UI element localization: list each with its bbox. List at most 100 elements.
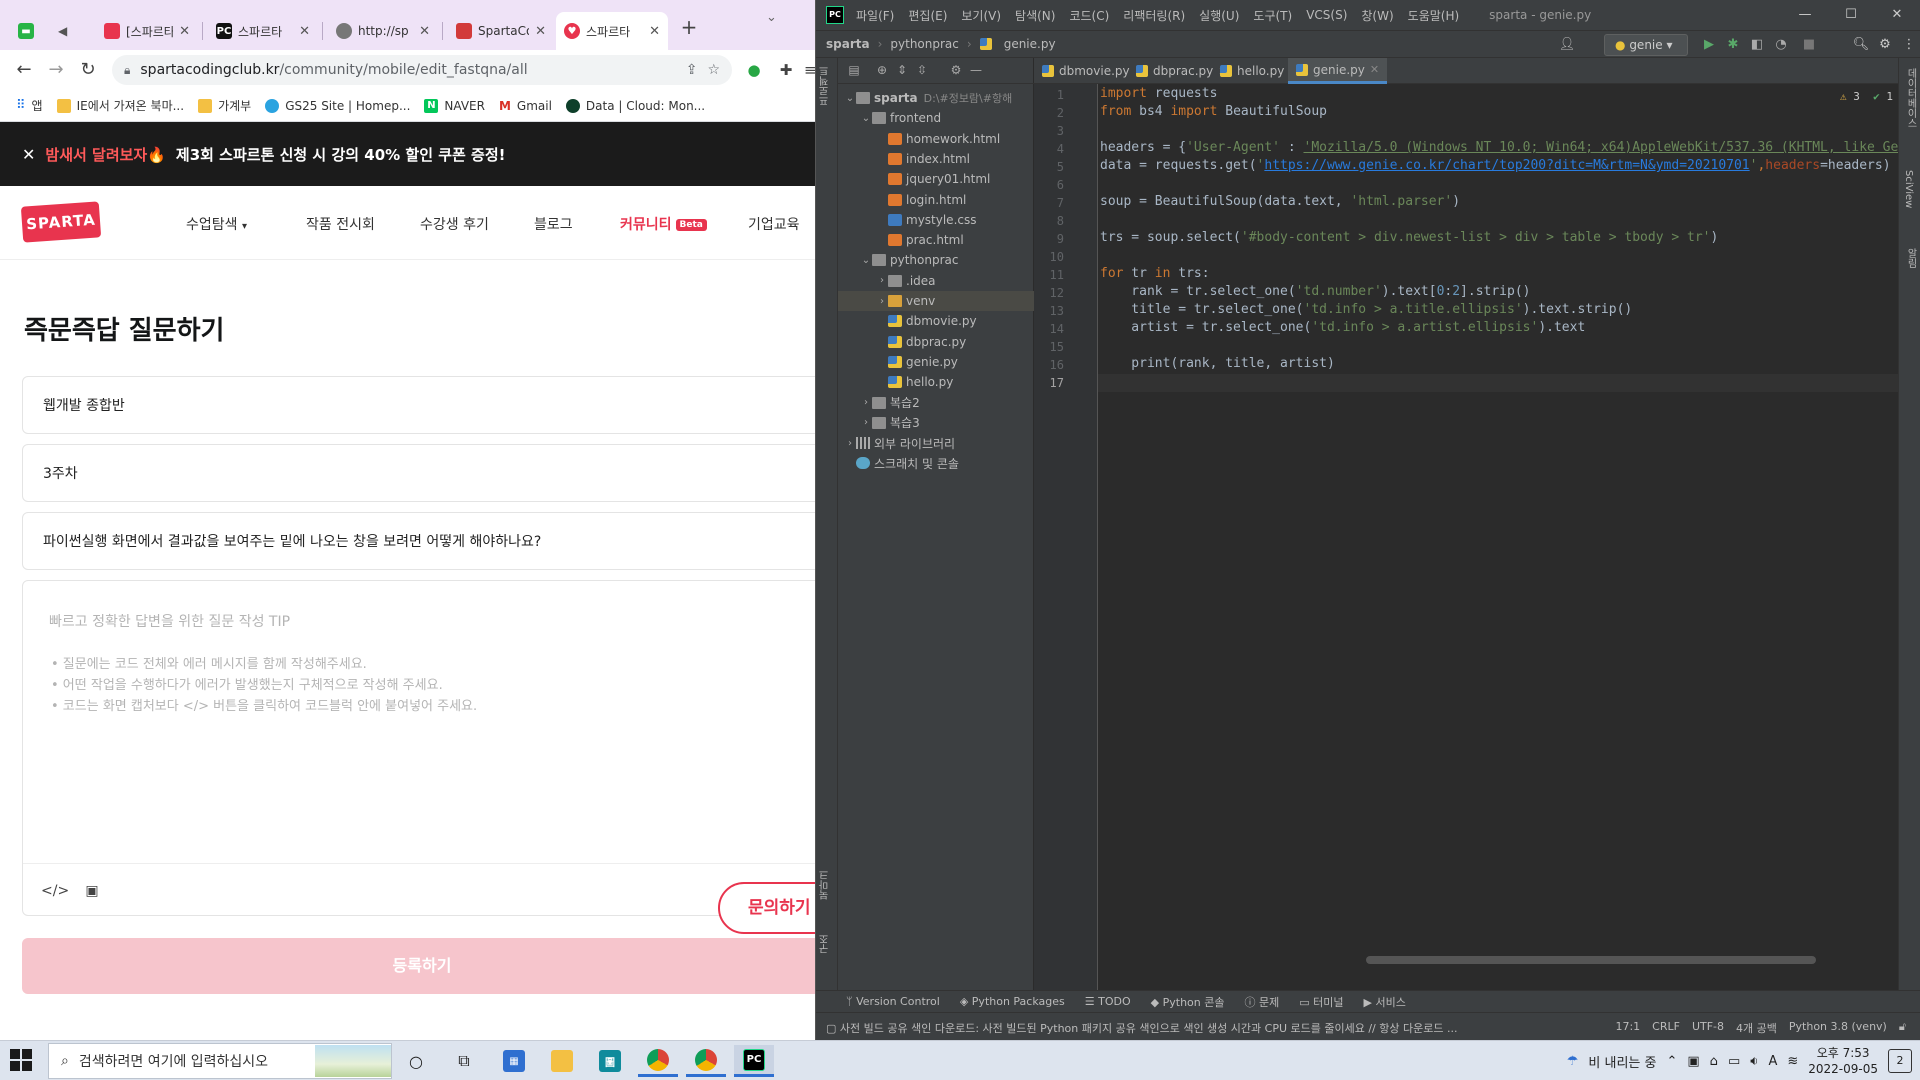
windows-start-icon[interactable] <box>10 1049 34 1073</box>
coverage-icon[interactable]: ◧ <box>1748 36 1766 54</box>
tab-sparta-1[interactable]: [스파르타 ✕ <box>96 12 198 50</box>
bookmark-apps[interactable]: ⠿ 앱 <box>16 97 43 114</box>
menu-view[interactable]: 보기(V) <box>961 7 1001 24</box>
course-select[interactable]: 웹개발 종합반 <box>22 376 815 434</box>
ime-indicator[interactable]: A <box>1768 1054 1777 1069</box>
forward-icon[interactable]: → <box>44 58 68 82</box>
hide-panel-icon[interactable]: — <box>968 62 984 78</box>
nav-course-explore[interactable]: 수업탐색 ▾ <box>186 214 247 234</box>
line-separator[interactable]: CRLF <box>1652 1020 1680 1036</box>
tab-search-icon[interactable]: ⌄ <box>766 10 777 25</box>
bookmark-budget[interactable]: 가계부 <box>198 97 251 114</box>
bookmarks-tool-tab[interactable]: 북마크 <box>818 870 833 900</box>
notifications-icon[interactable]: 2 <box>1888 1049 1912 1073</box>
promo-banner[interactable]: ✕ 밤새서 달려보자🔥 제3회 스파르톤 신청 시 강의 40% 할인 쿠폰 증… <box>0 122 815 186</box>
tree-item[interactable]: dbmovie.py <box>838 311 1034 331</box>
tree-item[interactable]: homework.html <box>838 129 1034 149</box>
store-app[interactable]: ▦ <box>494 1045 534 1077</box>
tree-item[interactable]: › 복습3 <box>838 413 1034 433</box>
tray-expand-icon[interactable]: ⌃ <box>1666 1054 1677 1069</box>
menu-code[interactable]: 코드(C) <box>1069 7 1109 24</box>
tree-item[interactable]: ⌄ pythonprac <box>838 250 1034 270</box>
search-everywhere-icon[interactable]: 🔍︎ <box>1852 36 1870 54</box>
editor-tab-genie[interactable]: genie.py ✕ <box>1288 58 1388 84</box>
interpreter[interactable]: Python 3.8 (venv) <box>1789 1020 1887 1036</box>
tree-item[interactable]: dbprac.py <box>838 332 1034 352</box>
taskbar-search[interactable]: ⌕ 검색하려면 여기에 입력하십시오 <box>48 1043 392 1079</box>
tool-python-console[interactable]: ◆ Python 콘솔 <box>1151 994 1225 1010</box>
clock[interactable]: 오후 7:53 2022-09-05 <box>1808 1045 1878 1077</box>
tool-python-packages[interactable]: ◈ Python Packages <box>960 995 1065 1008</box>
question-title-input[interactable]: 파이썬실행 화면에서 결과값을 보여주는 밑에 나오는 창을 보려면 어떻게 해… <box>22 512 815 570</box>
tree-item[interactable]: index.html <box>838 149 1034 169</box>
chevron-right-icon[interactable]: › <box>860 417 872 428</box>
tree-item[interactable]: jquery01.html <box>838 169 1034 189</box>
profile-icon[interactable]: ◔ <box>1772 36 1790 54</box>
close-tab-icon[interactable]: ✕ <box>1370 63 1379 76</box>
nav-gallery[interactable]: 작품 전시회 <box>306 214 375 234</box>
chevron-right-icon[interactable]: › <box>844 438 856 449</box>
run-config-select[interactable]: ● genie ▾ <box>1604 34 1688 56</box>
status-message[interactable]: ▢ 사전 빌드 공유 색인 다운로드: 사전 빌드된 Python 패키지 공유… <box>826 1020 1586 1036</box>
breadcrumb-file[interactable]: genie.py <box>1004 37 1056 51</box>
close-tab-icon[interactable]: ✕ <box>419 24 430 39</box>
close-banner-icon[interactable]: ✕ <box>22 145 35 164</box>
volume-icon[interactable]: 🔉︎ <box>1750 1054 1758 1069</box>
task-view-icon[interactable]: ⧉ <box>444 1045 484 1077</box>
code-block-icon[interactable]: </> <box>41 880 69 902</box>
bookmark-ie-import[interactable]: IE에서 가져온 북마... <box>56 97 184 114</box>
explorer-app[interactable] <box>542 1045 582 1077</box>
nav-community[interactable]: 커뮤니티 Beta <box>620 214 707 234</box>
close-tab-icon[interactable]: ✕ <box>179 24 190 39</box>
run-icon[interactable]: ▶ <box>1700 36 1718 54</box>
back-icon[interactable]: ← <box>12 58 36 82</box>
tool-terminal[interactable]: ▭ 터미널 <box>1299 994 1343 1010</box>
chrome-app-1[interactable] <box>638 1045 678 1077</box>
settings-gear-icon[interactable]: ⚙ <box>1876 36 1894 54</box>
close-tab-icon[interactable]: ✕ <box>535 24 546 39</box>
nav-reviews[interactable]: 수강생 후기 <box>420 214 489 234</box>
menu-window[interactable]: 창(W) <box>1361 7 1393 24</box>
tab-muted[interactable]: ◀ <box>50 12 80 50</box>
inspection-widget[interactable]: ⚠ 3 ✔ 1 ⌃ ⌄ <box>1840 90 1898 103</box>
tab-sparta-active[interactable]: ♥ 스파르타 ✕ <box>556 12 668 50</box>
tree-item[interactable]: › venv <box>838 291 1034 311</box>
chevron-right-icon[interactable]: › <box>860 397 872 408</box>
horizontal-scrollbar[interactable] <box>1366 956 1816 964</box>
user-icon[interactable]: 👤︎ <box>1558 36 1576 54</box>
close-tab-icon[interactable]: ✕ <box>299 24 310 39</box>
image-upload-icon[interactable]: ▣ <box>81 880 103 902</box>
tool-todo[interactable]: ☰ TODO <box>1085 995 1131 1008</box>
chevron-down-icon[interactable]: ⌄ <box>860 113 872 124</box>
close-window-icon[interactable]: ✕ <box>1874 0 1920 30</box>
network-icon[interactable]: ⌂ <box>1710 1054 1718 1069</box>
nav-enterprise[interactable]: 기업교육 <box>748 214 800 234</box>
close-tab-icon[interactable]: ✕ <box>649 24 660 39</box>
tree-item[interactable]: login.html <box>838 190 1034 210</box>
submit-button[interactable]: 등록하기 <box>22 938 815 994</box>
meet-icon[interactable]: ▣ <box>1687 1054 1699 1069</box>
panel-toggle-icon[interactable]: ▢ <box>826 1022 836 1035</box>
locate-icon[interactable]: ⊕ <box>874 62 890 78</box>
tree-item[interactable]: › 복습2 <box>838 393 1034 413</box>
address-bar[interactable]: 🔒︎ spartacodingclub.kr/community/mobile/… <box>112 55 732 85</box>
maximize-icon[interactable]: ☐ <box>1828 0 1874 30</box>
chrome-app-2[interactable] <box>686 1045 726 1077</box>
tool-services[interactable]: ▶ 서비스 <box>1364 994 1406 1010</box>
tab-http[interactable]: http://sp ✕ <box>328 12 438 50</box>
ask-button[interactable]: 문의하기 <box>718 882 815 934</box>
bookmark-gs25[interactable]: GS25 Site | Homep... <box>265 98 410 113</box>
display-icon[interactable]: ▭ <box>1728 1054 1740 1069</box>
star-icon[interactable]: ☆ <box>707 62 720 78</box>
tree-item[interactable]: prac.html <box>838 230 1034 250</box>
chevron-down-icon[interactable]: ⌄ <box>844 93 856 104</box>
notifications-tool-tab[interactable]: 알림 <box>1903 248 1918 268</box>
tree-item[interactable]: hello.py <box>838 372 1034 392</box>
bookmark-gmail[interactable]: M Gmail <box>499 99 552 113</box>
cortana-icon[interactable]: ○ <box>396 1045 436 1077</box>
file-encoding[interactable]: UTF-8 <box>1692 1020 1724 1036</box>
indent-setting[interactable]: 4개 공백 <box>1736 1020 1777 1036</box>
share-icon[interactable]: ⇪ <box>686 62 698 78</box>
structure-tool-tab[interactable]: 구조 <box>818 934 833 954</box>
tree-item[interactable]: › .idea <box>838 271 1034 291</box>
